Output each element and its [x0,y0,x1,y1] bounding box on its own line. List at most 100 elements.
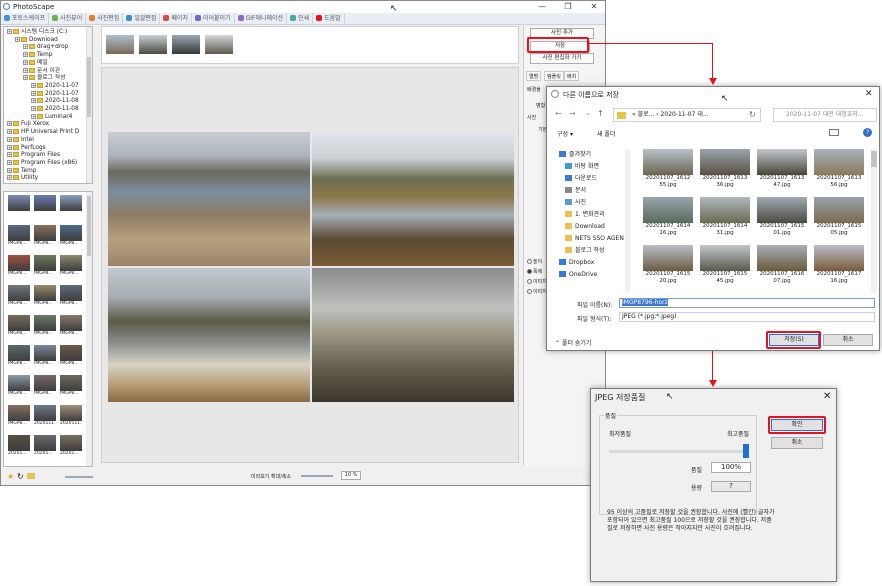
file-item[interactable]: 20201107_1613 47.jpg [757,149,807,197]
nav-item[interactable]: 즐겨찾기 [559,149,591,160]
thumbnail-item[interactable]: IMGP8... [34,315,56,339]
expand-icon[interactable]: + [31,82,36,88]
search-input[interactable]: 2020-11-07 대전 대청호자... [773,108,877,122]
tab-menu[interactable]: 이어붙이기 [192,13,235,24]
file-item[interactable]: 20201107_1615 20.jpg [643,245,693,293]
tree-item[interactable]: +2020-11-07 [31,90,79,98]
strip-photo[interactable] [205,35,233,54]
tree-item[interactable]: + drag+drop [23,44,68,51]
expand-icon[interactable]: + [7,144,12,150]
folder-tree[interactable]: + 시스템 디스크 (C:) + Download + drag+drop + Temp + 메일… [3,26,93,184]
expand-icon[interactable]: + [7,152,12,158]
tab-menu[interactable]: GIF애니메이션 [235,13,288,24]
view-icon[interactable] [829,129,839,136]
file-item[interactable]: 20201107_1613 36.jpg [700,149,750,197]
nav-item[interactable]: 다운로드 [565,173,597,184]
tree-item[interactable]: + Fuji Xerox [7,121,49,128]
collage-photo-reeds[interactable] [312,268,514,402]
hide-folders-toggle[interactable]: ⌃ 폴더 숨기기 [555,338,591,347]
organize-button[interactable]: 구성 ▾ [557,129,573,138]
new-folder-button[interactable]: 새 폴더 [597,129,615,138]
cancel-button[interactable]: 취소 [771,437,823,449]
tree-item[interactable]: + PerfLogs [7,144,46,152]
expand-icon[interactable]: + [23,52,28,58]
expand-icon[interactable]: + [31,98,36,104]
thumbnail-item[interactable] [34,195,56,219]
tree-item[interactable]: +2020-11-07 [31,82,79,90]
tab-menu[interactable]: 사진뷰어 [49,13,87,24]
strip-photo[interactable] [139,35,167,54]
expand-icon[interactable]: + [7,167,12,173]
tab-menu[interactable]: 일괄편집 [123,13,161,24]
file-item[interactable]: 20201107_1615 45.jpg [700,245,750,293]
tree-item[interactable]: + Program Files (x86) [7,159,77,167]
radio-width[interactable]: 폭에 [527,268,542,275]
thumbnail-item[interactable]: IMGP8... [60,375,82,399]
file-item[interactable]: 20201107_1615 01.jpg [757,197,807,245]
tree-scrollbar[interactable] [86,27,92,183]
file-item[interactable]: 20201107_1614 31.jpg [700,197,750,245]
thumbnail-item[interactable]: IMGP8... [8,375,30,399]
tree-item[interactable]: + HP Universal Print D [7,129,79,136]
nav-scrollbar[interactable] [625,149,630,293]
tree-item[interactable]: +2020-11-08 [31,106,79,113]
nav-item[interactable]: 1. 변화관리 [565,209,605,220]
zoom-slider[interactable] [301,475,333,477]
expand-icon[interactable]: + [7,159,12,165]
thumbnail-item[interactable]: IMGP8... [34,255,56,279]
maximize-icon[interactable]: ❐ [559,1,577,13]
thumbnail-list[interactable]: IMGP8... IMGP8... IMGP8... IMGP8... IMGP8...… [3,191,93,467]
collage-photo-lake-2[interactable] [312,132,514,266]
expand-icon[interactable]: + [23,67,28,73]
collage-photo-lake-1[interactable] [108,132,310,266]
file-item[interactable]: 20201107_1614 16.jpg [643,197,693,245]
nav-item[interactable]: Dropbox [559,257,594,268]
thumbnail-item[interactable]: 20201... [8,435,30,459]
tree-item[interactable]: +2020-11-08 [31,98,79,105]
close-icon[interactable]: ✕ [585,1,603,13]
thumbnail-item[interactable]: 2020111... [34,405,56,429]
rotate-icon[interactable]: ↻ [17,472,24,481]
radio-height[interactable]: 높이 [527,258,542,265]
thumbnail-item[interactable]: IMGP8... [8,255,30,279]
nav-item[interactable]: Download [565,221,605,232]
expand-icon[interactable]: + [31,90,36,96]
thumbnail-item[interactable]: IMGP8... [8,225,30,249]
expand-icon[interactable]: + [7,121,12,127]
tree-item[interactable]: + Temp [7,167,36,175]
address-bar[interactable]: « 블로... › 2020-11-07 대... [613,108,761,122]
quality-slider-thumb[interactable] [743,444,749,458]
star-icon[interactable]: ★ [7,472,14,481]
collage-canvas[interactable] [101,67,519,463]
filename-field[interactable]: IMGP8796-horz [619,298,875,308]
thumbnail-item[interactable]: IMGP8... [8,315,30,339]
photo-strip[interactable] [101,26,519,64]
file-item[interactable]: 20201107_1615 05.jpg [814,197,864,245]
tab-menu[interactable]: 인쇄 [287,13,314,24]
close-icon[interactable]: ✕ [823,391,831,402]
filetype-select[interactable]: JPEG (*.jpg;*.jpeg) [619,312,875,322]
navigation-pane[interactable]: 즐겨찾기 바탕 화면 다운로드 문서 사진 1. 변화관리 Download NETS SSO… [557,149,633,295]
collage-photo-lake-3[interactable] [108,268,310,402]
expand-icon[interactable]: + [23,59,28,65]
thumbnail-item[interactable]: IMGP8... [8,405,30,429]
expand-icon[interactable]: + [7,175,12,181]
tab-template[interactable]: 템플릿 [544,71,564,81]
thumbnail-item[interactable]: 20201... [60,435,82,459]
file-grid[interactable]: 20201107_1612 55.jpg 20201107_1613 36.jpg… [639,145,869,293]
tree-item[interactable]: + 문서 이관 [23,67,60,75]
cancel-button[interactable]: 취소 [823,334,873,346]
nav-item[interactable]: OneDrive [559,269,597,280]
thumbnail-item[interactable]: IMGP8... [60,225,82,249]
thumbnail-item[interactable]: IMGP8... [34,225,56,249]
tree-item[interactable]: + Download [15,36,58,44]
thumbnail-item[interactable]: IMGP8... [60,315,82,339]
tab-layout[interactable]: 배치 [564,71,580,81]
refresh-icon[interactable]: ↻ [749,110,756,119]
nav-item[interactable]: 바탕 화면 [565,161,599,172]
tree-item[interactable]: + Intel [7,136,34,144]
nav-item[interactable]: 사진 [565,197,586,208]
thumbnail-item[interactable]: IMGP8... [34,375,56,399]
file-item[interactable]: 20201107_1616 07.jpg [757,245,807,293]
thumbnail-item[interactable] [60,195,82,219]
